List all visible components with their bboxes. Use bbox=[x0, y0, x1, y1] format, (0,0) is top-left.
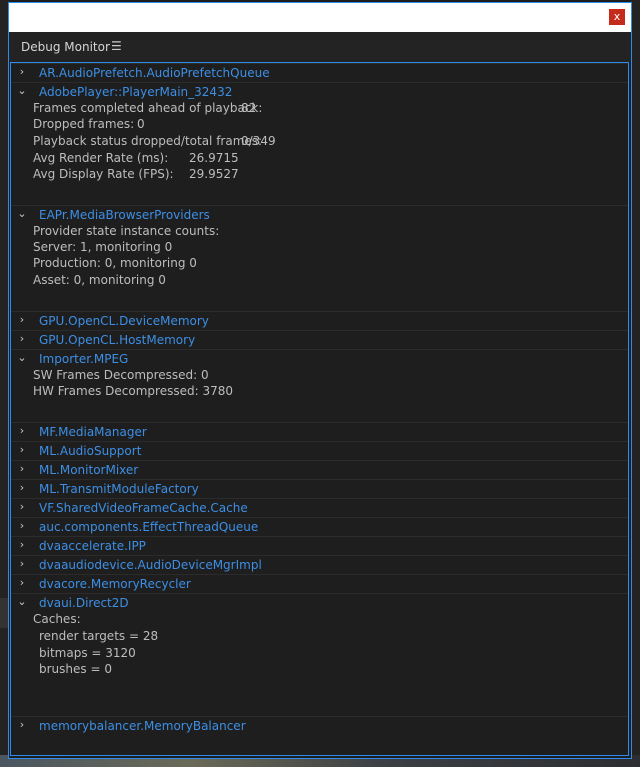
tree-group-row[interactable]: › dvaaudiodevice.AudioDeviceMgrImpl bbox=[11, 555, 628, 574]
group-label: GPU.OpenCL.DeviceMemory bbox=[39, 314, 209, 328]
detail-label: Avg Display Rate (FPS): bbox=[33, 167, 174, 181]
chevron-right-icon[interactable]: › bbox=[17, 481, 27, 494]
detail-line: bitmaps = 3120 bbox=[39, 646, 136, 660]
group-label: dvacore.MemoryRecycler bbox=[39, 577, 191, 591]
group-label: AdobePlayer::PlayerMain_32432 bbox=[39, 85, 233, 99]
chevron-right-icon[interactable]: › bbox=[17, 519, 27, 532]
tree-group-row[interactable]: ⌄ Importer.MPEG bbox=[11, 349, 628, 368]
detail-label: Playback status dropped/total frames: bbox=[33, 134, 263, 148]
detail-label: Avg Render Rate (ms): bbox=[33, 151, 169, 165]
tree-group-row[interactable]: › dvacore.MemoryRecycler bbox=[11, 574, 628, 593]
tree-group-row[interactable]: ⌄ EAPr.MediaBrowserProviders bbox=[11, 205, 628, 224]
detail-value: 0/349 bbox=[241, 134, 276, 148]
tree-group-row[interactable]: › GPU.OpenCL.DeviceMemory bbox=[11, 311, 628, 330]
chevron-right-icon[interactable]: › bbox=[17, 424, 27, 437]
detail-value: 82 bbox=[241, 101, 257, 115]
group-label: EAPr.MediaBrowserProviders bbox=[39, 208, 210, 222]
chevron-right-icon[interactable]: › bbox=[17, 313, 27, 326]
chevron-right-icon[interactable]: › bbox=[17, 462, 27, 475]
group-label: MF.MediaManager bbox=[39, 425, 147, 439]
group-label: auc.components.EffectThreadQueue bbox=[39, 520, 259, 534]
detail-line: HW Frames Decompressed: 3780 bbox=[33, 384, 233, 398]
detail-line: Asset: 0, monitoring 0 bbox=[33, 273, 166, 287]
detail-line: Caches: bbox=[33, 612, 81, 626]
group-label: ML.MonitorMixer bbox=[39, 463, 139, 477]
chevron-right-icon[interactable]: › bbox=[17, 500, 27, 513]
close-button[interactable]: x bbox=[609, 9, 625, 25]
detail-label: Frames completed ahead of playback: bbox=[33, 101, 263, 115]
detail-line: Provider state instance counts: bbox=[33, 224, 220, 238]
tree-group-row[interactable]: › ML.TransmitModuleFactory bbox=[11, 479, 628, 498]
chevron-right-icon[interactable]: › bbox=[17, 65, 27, 78]
tree-group-row[interactable]: › auc.components.EffectThreadQueue bbox=[11, 517, 628, 536]
group-label: VF.SharedVideoFrameCache.Cache bbox=[39, 501, 248, 515]
group-label: dvaui.Direct2D bbox=[39, 596, 129, 610]
debug-monitor-window: x Debug Monitor ☰ › AR.AudioPrefetch.Aud… bbox=[8, 2, 632, 759]
chevron-down-icon[interactable]: ⌄ bbox=[17, 84, 27, 97]
tree-group-row[interactable]: › ML.AudioSupport bbox=[11, 441, 628, 460]
chevron-down-icon[interactable]: ⌄ bbox=[17, 351, 27, 364]
group-label: dvaaudiodevice.AudioDeviceMgrImpl bbox=[39, 558, 262, 572]
tree-group-row[interactable]: › GPU.OpenCL.HostMemory bbox=[11, 330, 628, 349]
group-label: Importer.MPEG bbox=[39, 352, 129, 366]
hamburger-icon[interactable]: ☰ bbox=[111, 39, 122, 53]
detail-line: Server: 1, monitoring 0 bbox=[33, 240, 173, 254]
tree-group-row[interactable]: › memorybalancer.MemoryBalancer bbox=[11, 716, 628, 735]
chevron-right-icon[interactable]: › bbox=[17, 718, 27, 731]
chevron-right-icon[interactable]: › bbox=[17, 557, 27, 570]
group-label: ML.TransmitModuleFactory bbox=[39, 482, 199, 496]
tree-group-row[interactable]: › AR.AudioPrefetch.AudioPrefetchQueue bbox=[11, 63, 628, 82]
detail-line: Production: 0, monitoring 0 bbox=[33, 256, 197, 270]
tree-group-row[interactable]: › dvaaccelerate.IPP bbox=[11, 536, 628, 555]
detail-value: 26.9715 bbox=[189, 151, 239, 165]
debug-tree[interactable]: › AR.AudioPrefetch.AudioPrefetchQueue ⌄ … bbox=[10, 62, 629, 756]
detail-line: render targets = 28 bbox=[39, 629, 159, 643]
detail-line: SW Frames Decompressed: 0 bbox=[33, 368, 209, 382]
group-label: memorybalancer.MemoryBalancer bbox=[39, 719, 246, 733]
chevron-right-icon[interactable]: › bbox=[17, 443, 27, 456]
chevron-right-icon[interactable]: › bbox=[17, 576, 27, 589]
group-label: GPU.OpenCL.HostMemory bbox=[39, 333, 196, 347]
chevron-right-icon[interactable]: › bbox=[17, 538, 27, 551]
detail-label: Dropped frames: bbox=[33, 117, 135, 131]
panel-header: Debug Monitor ☰ bbox=[9, 32, 631, 63]
tree-group-row[interactable]: ⌄ AdobePlayer::PlayerMain_32432 bbox=[11, 82, 628, 101]
tree-group-row[interactable]: › VF.SharedVideoFrameCache.Cache bbox=[11, 498, 628, 517]
group-label: dvaaccelerate.IPP bbox=[39, 539, 146, 553]
panel-title: Debug Monitor bbox=[21, 40, 110, 54]
chevron-down-icon[interactable]: ⌄ bbox=[17, 207, 27, 220]
tree-group-row[interactable]: › ML.MonitorMixer bbox=[11, 460, 628, 479]
window-titlebar[interactable]: x bbox=[9, 3, 631, 32]
tree-group-row[interactable]: ⌄ dvaui.Direct2D bbox=[11, 593, 628, 612]
detail-line: brushes = 0 bbox=[39, 662, 112, 676]
group-label: AR.AudioPrefetch.AudioPrefetchQueue bbox=[39, 66, 270, 80]
tree-group-row[interactable]: › MF.MediaManager bbox=[11, 422, 628, 441]
group-label: ML.AudioSupport bbox=[39, 444, 142, 458]
detail-value: 0 bbox=[137, 117, 145, 131]
chevron-down-icon[interactable]: ⌄ bbox=[17, 595, 27, 608]
detail-value: 29.9527 bbox=[189, 167, 239, 181]
chevron-right-icon[interactable]: › bbox=[17, 332, 27, 345]
